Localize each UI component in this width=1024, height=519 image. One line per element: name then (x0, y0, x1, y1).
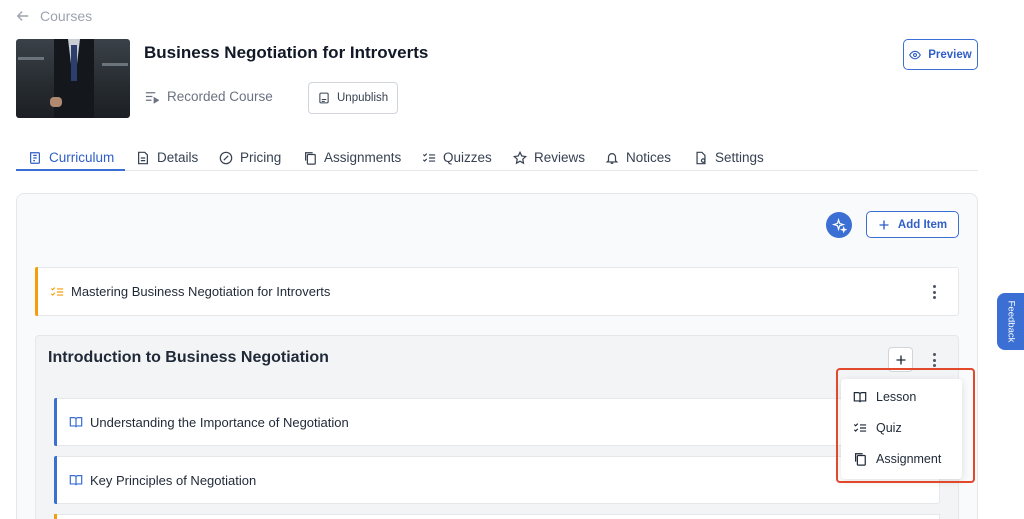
document-icon (138, 151, 148, 164)
tab-assignments[interactable]: Assignments (303, 145, 401, 170)
tab-reviews[interactable]: Reviews (513, 145, 585, 170)
course-title: Business Negotiation for Introverts (144, 43, 429, 62)
book-icon (69, 473, 83, 487)
tab-label: Notices (626, 150, 672, 165)
next-item-edge (54, 514, 940, 519)
add-item-button[interactable]: Add Item (866, 211, 959, 238)
checklist-icon (422, 152, 436, 162)
feedback-label: Feedback (1005, 300, 1017, 343)
back-link[interactable]: Courses (16, 8, 92, 24)
highlight-box (836, 368, 975, 483)
checklist-icon (50, 285, 64, 299)
active-tab-indicator (16, 169, 125, 171)
quiz-accent-bar (35, 267, 38, 316)
pricing-icon (219, 151, 233, 164)
course-type-label: Recorded Course (167, 89, 273, 104)
lesson-label: Understanding the Importance of Negotiat… (90, 414, 349, 430)
course-type: Recorded Course (144, 89, 273, 104)
ai-generate-button[interactable] (826, 212, 852, 238)
more-options-icon[interactable] (932, 285, 936, 299)
tab-label: Reviews (534, 150, 586, 165)
quiz-row-label: Mastering Business Negotiation for Intro… (71, 284, 331, 299)
lesson-row[interactable]: Understanding the Importance of Negotiat… (54, 398, 940, 446)
course-tabs: Curriculum Details Pricing Assignments Q… (16, 140, 978, 171)
document-icon (319, 92, 329, 104)
settings-file-icon (696, 151, 706, 164)
bell-icon (605, 152, 619, 164)
feedback-tab[interactable]: Feedback (997, 293, 1024, 350)
plus-icon (879, 220, 889, 229)
recorded-course-icon (145, 92, 159, 104)
tab-label: Settings (715, 150, 764, 165)
quiz-row[interactable]: Mastering Business Negotiation for Intro… (35, 267, 959, 316)
lesson-row[interactable]: Key Principles of Negotiation (54, 456, 940, 504)
tab-label: Quizzes (443, 150, 492, 165)
back-link-label: Courses (40, 8, 93, 24)
plus-icon (896, 355, 905, 364)
tab-notices[interactable]: Notices (605, 145, 671, 170)
arrow-left-icon (16, 11, 29, 21)
sparkle-icon (831, 217, 847, 233)
star-icon (513, 150, 527, 164)
copy-icon (305, 151, 316, 165)
tab-label: Curriculum (49, 150, 115, 165)
tab-details[interactable]: Details (136, 145, 198, 170)
tab-label: Assignments (324, 150, 402, 165)
book-icon (69, 415, 83, 429)
lesson-label: Key Principles of Negotiation (90, 472, 257, 488)
tab-label: Details (157, 150, 199, 165)
tab-quizzes[interactable]: Quizzes (422, 145, 492, 170)
tab-settings[interactable]: Settings (694, 145, 764, 170)
lesson-accent-bar (54, 398, 57, 446)
tab-curriculum[interactable]: Curriculum (28, 145, 114, 170)
unpublish-label: Unpublish (337, 92, 389, 104)
preview-button[interactable]: Preview (903, 39, 978, 70)
tab-label: Pricing (240, 150, 282, 165)
course-thumbnail (16, 39, 130, 118)
section-title: Introduction to Business Negotiation (48, 349, 329, 366)
section-more-options-icon[interactable] (932, 353, 936, 367)
add-item-label: Add Item (897, 218, 948, 231)
eye-icon (909, 50, 922, 59)
tab-pricing[interactable]: Pricing (219, 145, 281, 170)
unpublish-button[interactable]: Unpublish (308, 82, 399, 114)
preview-label: Preview (928, 48, 972, 61)
curriculum-icon (30, 151, 40, 164)
lesson-accent-bar (54, 456, 57, 504)
